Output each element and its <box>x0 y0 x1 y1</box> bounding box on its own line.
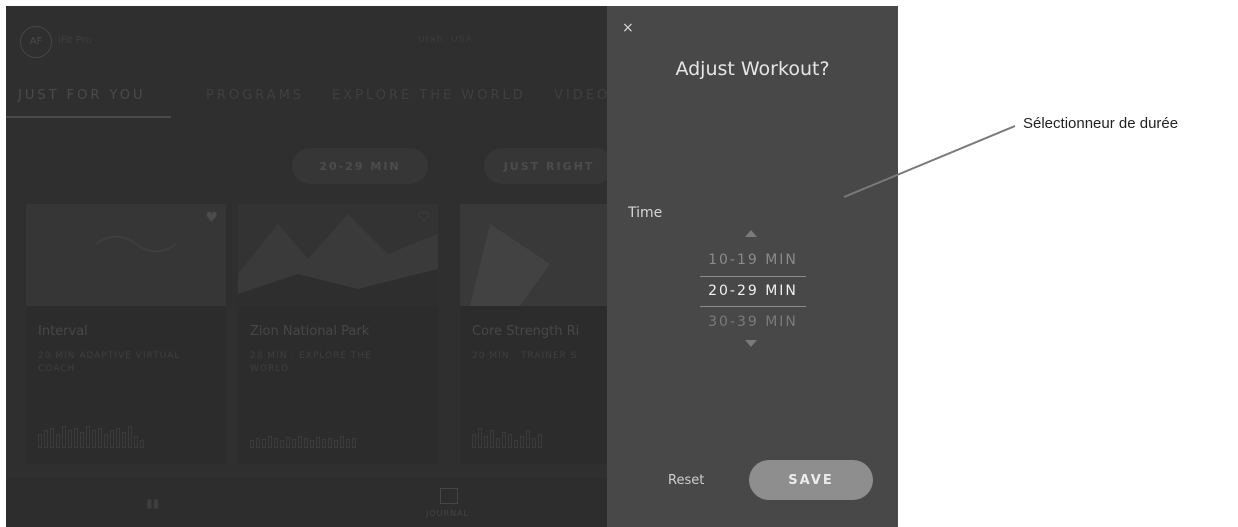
annotation-label: Sélectionneur de durée <box>1023 115 1179 132</box>
annotation-leader-line <box>843 125 1016 198</box>
